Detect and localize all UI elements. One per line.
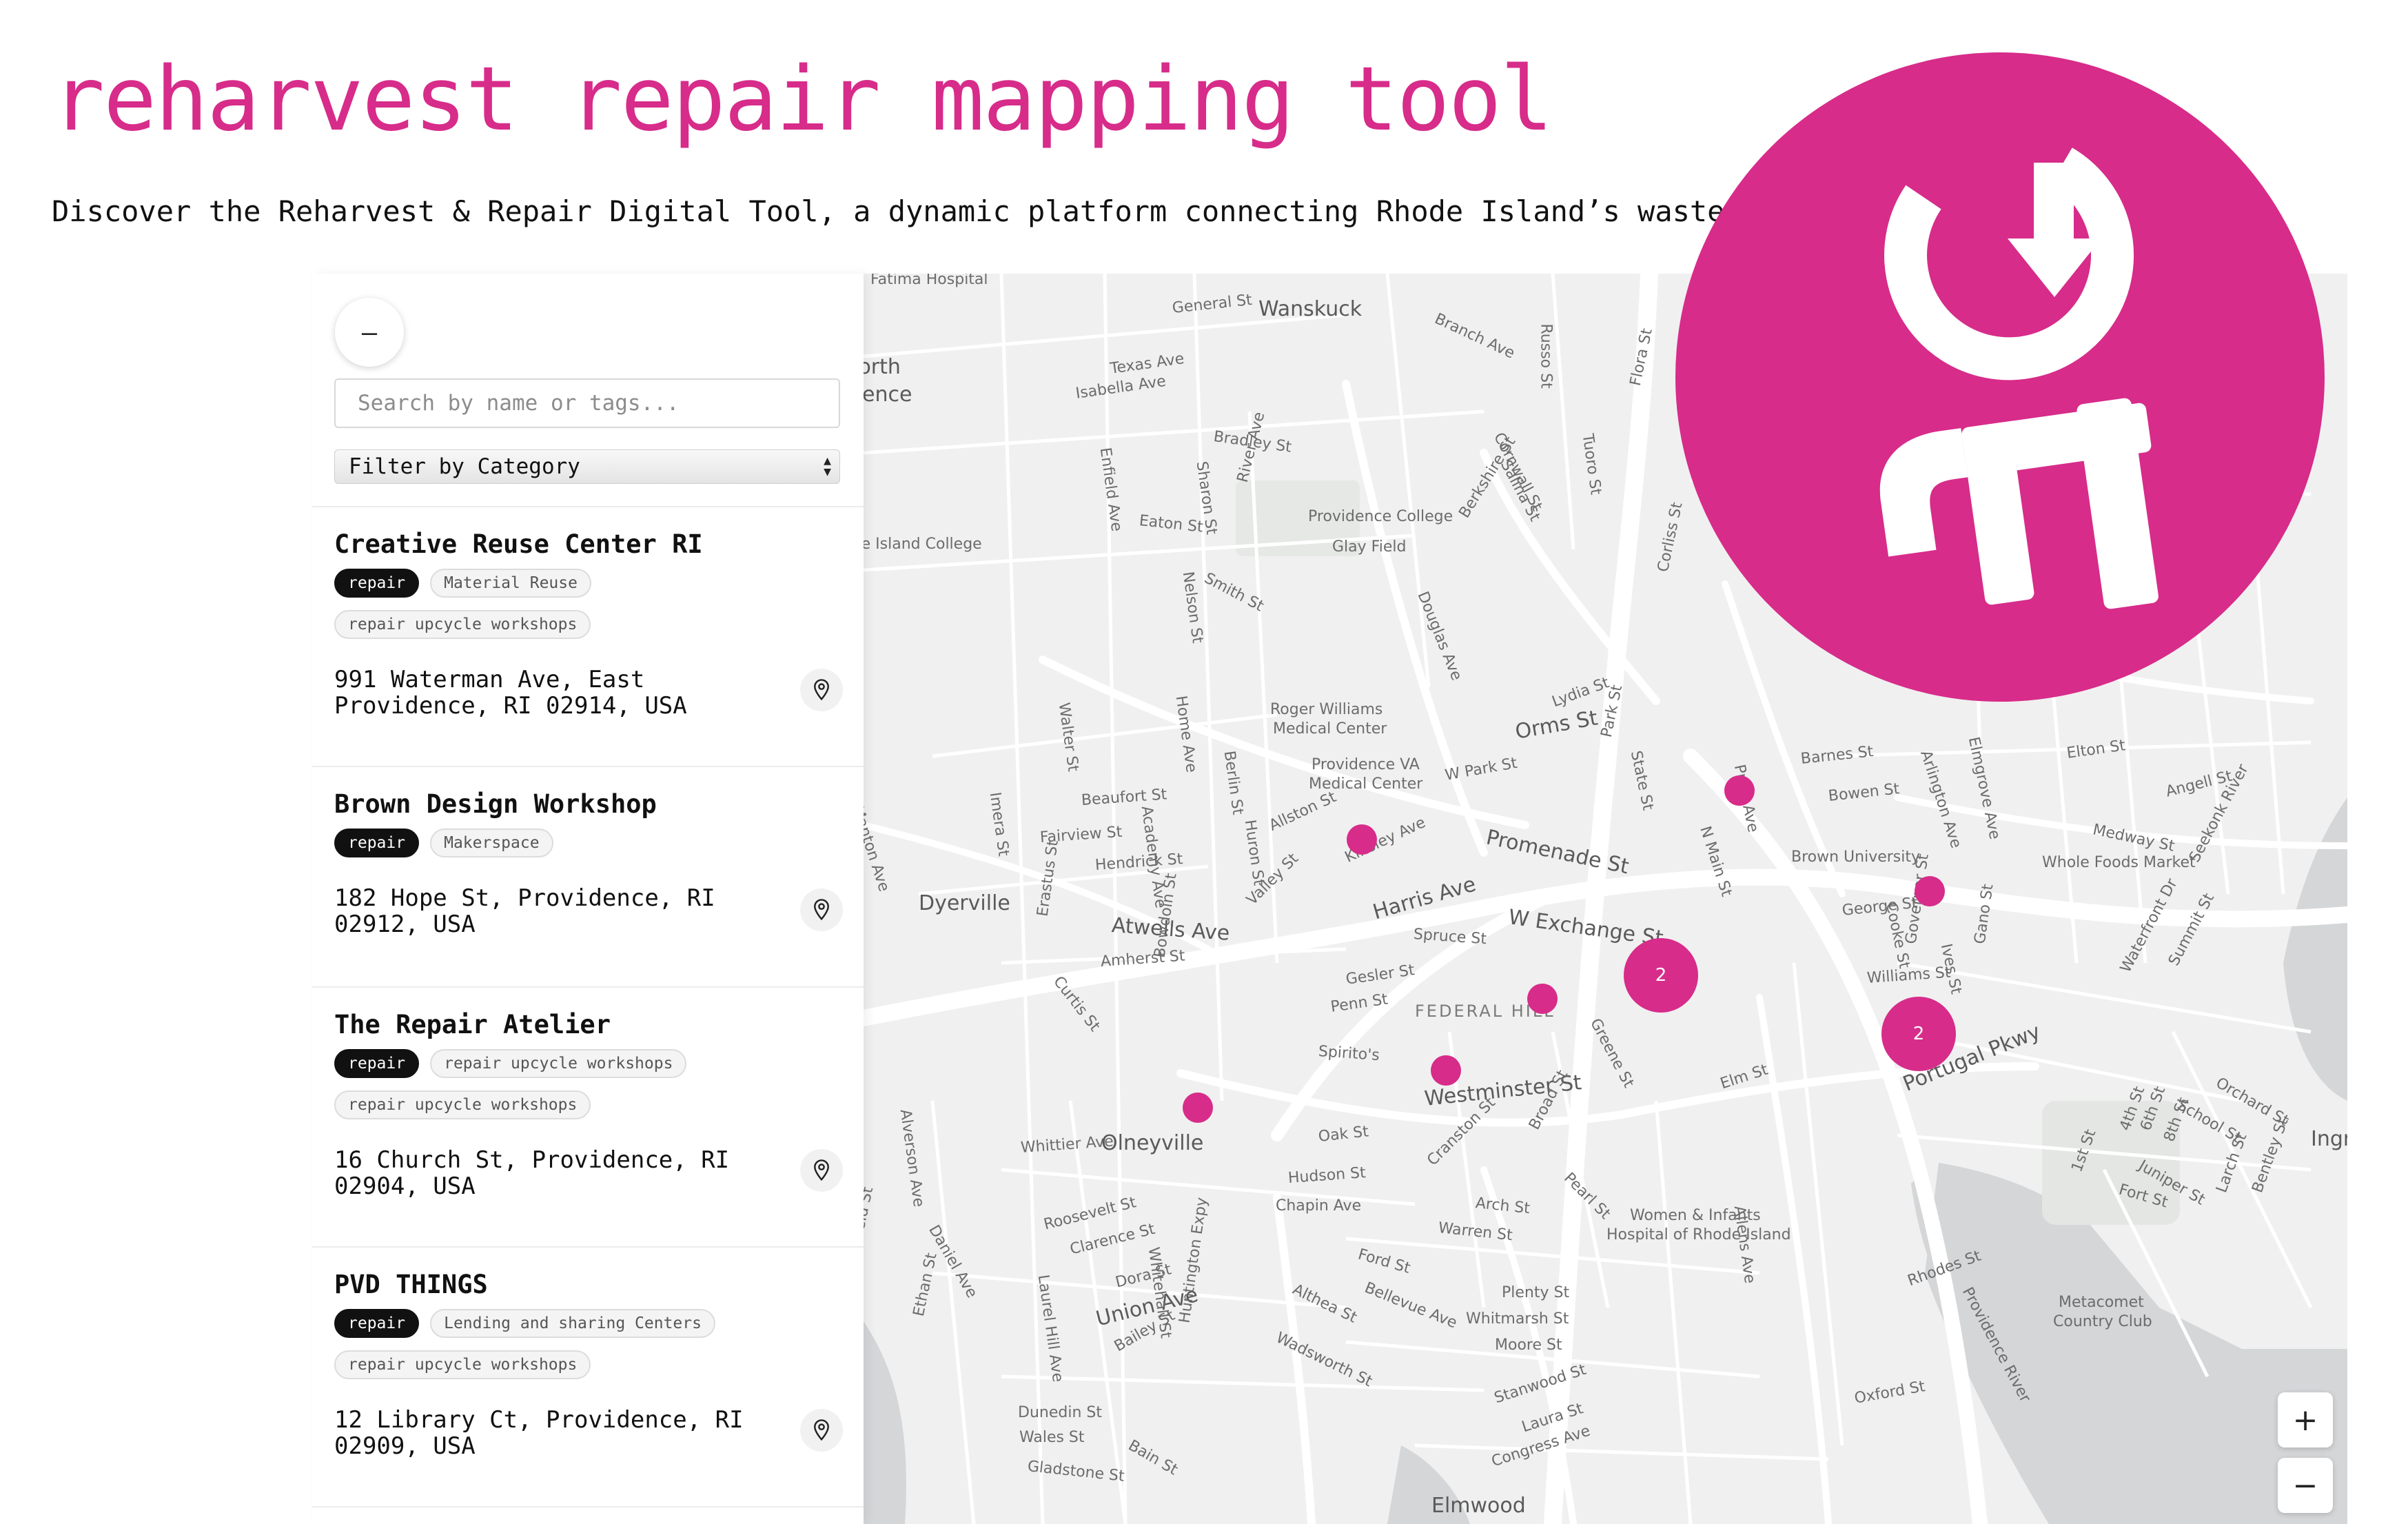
map-cluster[interactable]: 2: [1881, 997, 1956, 1071]
street: [1654, 1100, 1693, 1524]
street: [1192, 274, 1224, 1101]
map-label: Metacomet: [2059, 1294, 2144, 1311]
tag[interactable]: repair: [334, 829, 420, 857]
map-marker[interactable]: [1527, 984, 1558, 1014]
list-item[interactable]: Creative Reuse Center RI repair Material…: [312, 506, 864, 766]
map-label: Hospital of Rhode Island: [1606, 1226, 1791, 1243]
street: [1001, 1374, 1484, 1392]
select-arrows-icon: ▲ ▼: [824, 454, 831, 479]
map-label: Russo St: [1537, 323, 1555, 389]
map-label: Rhode Island College: [864, 536, 982, 553]
map-label: ence: [864, 383, 912, 407]
list-item[interactable]: [312, 1506, 864, 1524]
tag[interactable]: repair upcycle workshops: [334, 1350, 591, 1379]
map-label: Brown University: [1791, 849, 1921, 866]
street: [1551, 274, 1575, 550]
map-label: Glay Field: [1332, 538, 1407, 556]
water-body: [864, 1321, 906, 1524]
tag-list: repair Lending and sharing Centers repai…: [334, 1309, 720, 1379]
collapse-sidebar-button[interactable]: –: [335, 298, 404, 367]
map-label: Olneyville: [1101, 1131, 1204, 1155]
location-address: 12 Library Ct, Providence, RI 02909, USA: [334, 1406, 744, 1460]
map-marker[interactable]: [1183, 1093, 1213, 1123]
street: [930, 1100, 976, 1524]
location-address: 182 Hope St, Providence, RI 02912, USA: [334, 884, 715, 938]
street: [1414, 1443, 1829, 1461]
map-label: Roger Williams: [1270, 701, 1383, 718]
map-cluster[interactable]: 2: [1624, 938, 1698, 1013]
category-filter-select[interactable]: Filter by Category ▲ ▼: [334, 449, 840, 484]
tag[interactable]: Lending and sharing Centers: [430, 1309, 715, 1338]
locate-on-map-button[interactable]: [800, 1409, 843, 1452]
map-label: Providence VA: [1312, 756, 1420, 773]
location-list: Creative Reuse Center RI repair Material…: [312, 506, 864, 1524]
street: [864, 409, 1484, 455]
map-label: Wanskuck: [1258, 297, 1363, 321]
list-item[interactable]: The Repair Atelier repair repair upcycle…: [312, 986, 864, 1246]
map-label: Fatima Hospital: [870, 274, 988, 288]
page-title: reharvest repair mapping tool: [52, 48, 1553, 151]
map-pin-icon: [814, 1419, 829, 1441]
map-label: Country Club: [2053, 1313, 2152, 1330]
tag-list: repair Makerspace: [334, 829, 720, 857]
map-marker[interactable]: [1347, 824, 1377, 855]
tag[interactable]: Makerspace: [430, 829, 553, 857]
category-filter-label: Filter by Category: [349, 454, 580, 479]
list-item[interactable]: PVD THINGS repair Lending and sharing Ce…: [312, 1246, 864, 1506]
map-marker[interactable]: [1724, 775, 1755, 806]
locate-on-map-button[interactable]: [800, 669, 843, 711]
zoom-in-button[interactable]: +: [2278, 1392, 2333, 1447]
tag-list: repair repair upcycle workshops repair u…: [334, 1049, 720, 1119]
locate-on-map-button[interactable]: [800, 1149, 843, 1192]
map-label: Medical Center: [1273, 720, 1387, 738]
tag-list: repair Material Reuse repair upcycle wor…: [334, 569, 720, 639]
map-label: Dyerville: [919, 891, 1010, 915]
location-address: 16 Church St, Providence, RI 02904, USA: [334, 1146, 730, 1200]
zoom-out-button[interactable]: −: [2278, 1458, 2333, 1513]
locate-on-map-button[interactable]: [800, 888, 843, 931]
reharvest-logo: [1675, 52, 2325, 702]
map-label: North: [864, 355, 901, 379]
location-name: Creative Reuse Center RI: [334, 529, 703, 559]
map-label: Chapin Ave: [1276, 1197, 1362, 1215]
tag[interactable]: repair: [334, 1309, 420, 1338]
location-name: The Repair Atelier: [334, 1010, 611, 1039]
map-marker[interactable]: [1431, 1055, 1461, 1086]
map-label: Medical Center: [1309, 775, 1423, 793]
tag[interactable]: repair upcycle workshops: [334, 1090, 591, 1119]
map-label: Ingra: [2311, 1127, 2347, 1151]
map-pin-icon: [814, 1159, 829, 1181]
tag[interactable]: repair upcycle workshops: [430, 1049, 687, 1078]
list-item[interactable]: Brown Design Workshop repair Makerspace …: [312, 766, 864, 986]
tag[interactable]: repair: [334, 1049, 420, 1078]
map-label: Moore St: [1495, 1337, 1562, 1354]
location-name: PVD THINGS: [334, 1270, 488, 1299]
map-marker[interactable]: [1915, 876, 1945, 906]
map-label: Plenty St: [1502, 1284, 1570, 1301]
tag[interactable]: Material Reuse: [430, 569, 591, 598]
map-pin-icon: [814, 679, 829, 701]
map-label: Whole Foods Market: [2042, 854, 2196, 871]
location-address: 991 Waterman Ave, East Providence, RI 02…: [334, 666, 687, 720]
location-name: Brown Design Workshop: [334, 789, 657, 819]
map-label: Providence College: [1308, 508, 1453, 525]
tag[interactable]: repair: [334, 569, 420, 598]
street: [1792, 962, 1844, 1446]
search-input[interactable]: [334, 378, 840, 428]
highway-road: [864, 868, 2347, 1026]
map-label: Elmwood: [1431, 1494, 1526, 1518]
map-label: Dunedin St: [1018, 1404, 1102, 1421]
map-label: Whitmarsh St: [1466, 1310, 1569, 1328]
map-label: Wales St: [1019, 1429, 1085, 1446]
logo-mark-icon: [1879, 148, 2159, 609]
map-pin-icon: [814, 899, 829, 921]
sidebar-panel: – Filter by Category ▲▼ Creative Reuse C…: [312, 274, 864, 1524]
intro-text: Discover the Reharvest & Repair Digital …: [52, 194, 1725, 228]
tag[interactable]: repair upcycle workshops: [334, 610, 591, 639]
